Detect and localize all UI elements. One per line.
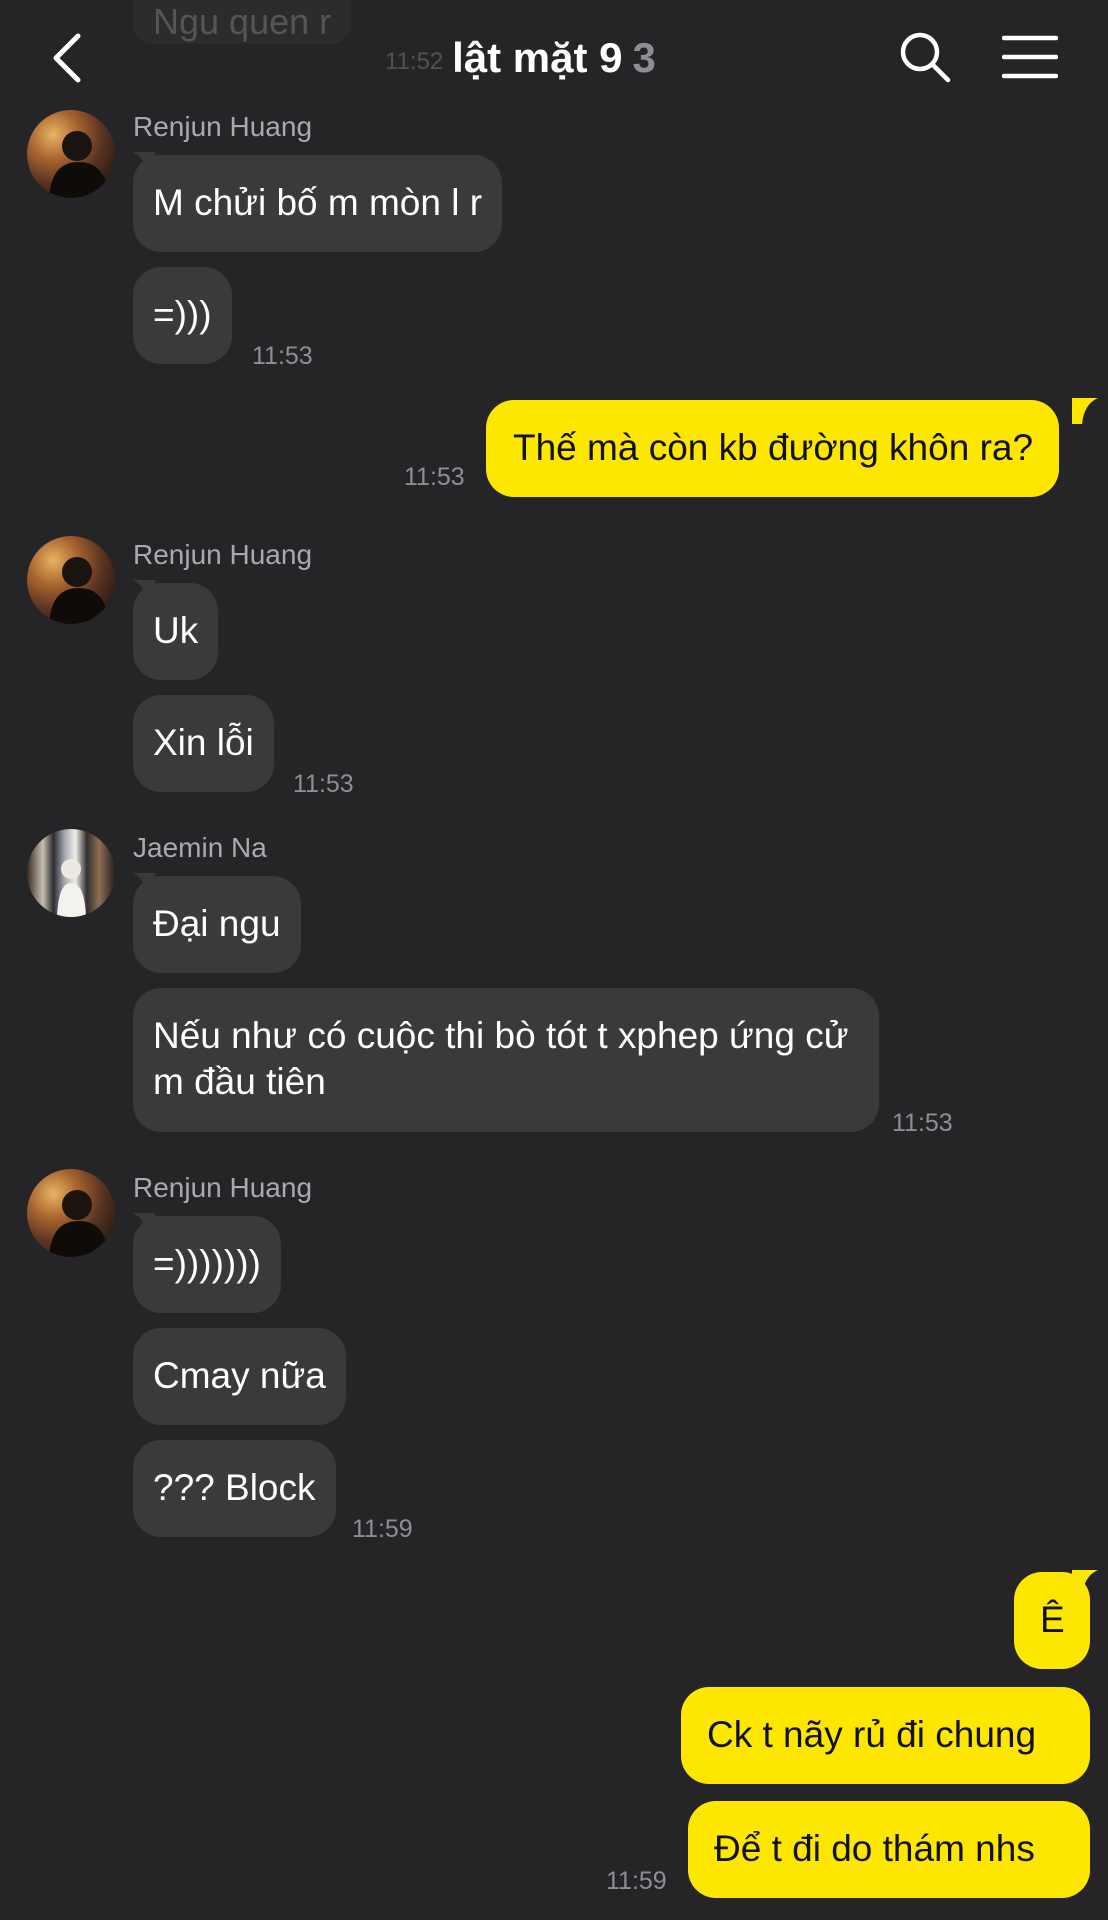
message-time: 11:53 [892,1109,953,1137]
member-count: 3 [632,34,656,81]
message-bubble[interactable]: Xin lỗi [133,695,274,792]
avatar-renjun-huang[interactable] [27,1169,115,1257]
my-message-bubble[interactable]: Thế mà còn kb đường khôn ra? [486,400,1060,497]
menu-button[interactable] [1001,34,1059,80]
search-button[interactable] [898,30,952,84]
message-time: 11:53 [252,342,313,370]
sender-name: Renjun Huang [133,539,313,570]
sender-name: Jaemin Na [133,832,267,863]
person-silhouette [49,557,109,624]
message-bubble[interactable]: ??? Block [133,1440,336,1537]
message-time: 11:59 [352,1515,413,1543]
sender-name: Renjun Huang [133,111,313,142]
message-bubble[interactable]: =))))))) [133,1216,281,1313]
message-time: 11:59 [606,1867,667,1895]
hamburger-menu-icon [1001,35,1059,79]
person-photo [57,859,86,917]
message-bubble[interactable]: Cmay nữa [133,1328,346,1425]
message-bubble[interactable]: Nếu như có cuộc thi bò tót t xphep ứng c… [133,988,879,1132]
my-message-bubble[interactable]: Để t đi do thám nhs [688,1801,1090,1898]
message-time: 11:53 [293,770,354,798]
my-message-bubble[interactable]: Ck t nãy rủ đi chung [681,1687,1090,1784]
sender-name: Renjun Huang [133,1172,313,1203]
message-bubble[interactable]: Đại ngu [133,876,301,973]
chat-header: Ngu quen r 11:52 lật mặt 93 [0,0,1108,115]
person-silhouette [49,131,109,198]
bubble-tail [1072,1570,1098,1596]
avatar-renjun-huang[interactable] [27,110,115,198]
bubble-tail [1072,398,1098,424]
message-bubble[interactable]: Uk [133,583,219,680]
message-bubble[interactable]: =))) [133,267,232,364]
message-time: 11:53 [404,463,465,491]
search-icon [900,32,951,83]
chat-name: lật mặt 9 [452,34,623,81]
person-silhouette [49,1190,109,1257]
avatar-jaemin-na[interactable] [27,829,115,917]
message-bubble[interactable]: M chửi bố m mòn l r [133,155,503,252]
avatar-renjun-huang[interactable] [27,536,115,624]
